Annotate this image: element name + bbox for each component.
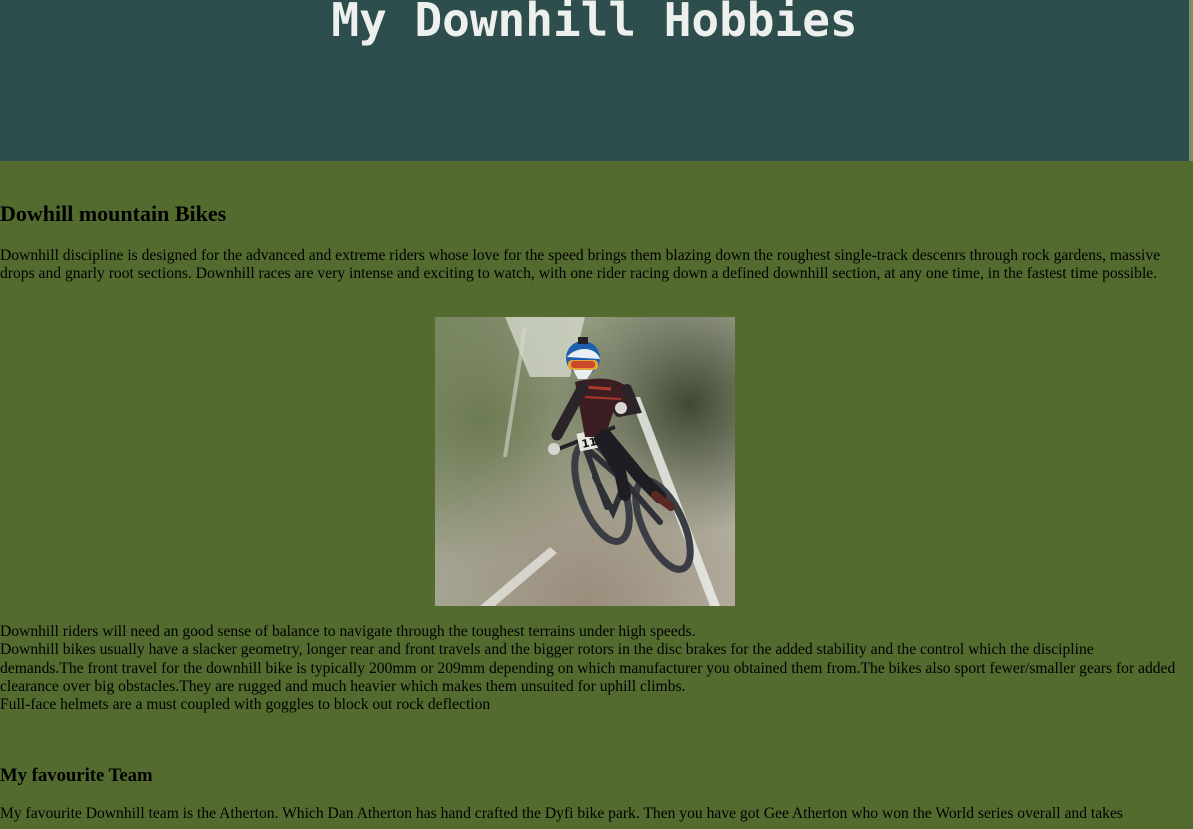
team-paragraph: My favourite Downhill team is the Athert… [0, 805, 1123, 822]
section-heading-bikes: Dowhill mountain Bikes [0, 201, 227, 226]
balance-text: Downhill riders will need an good sense … [0, 623, 696, 640]
geometry-text: Downhill bikes usually have a slacker ge… [0, 641, 1176, 695]
downhill-rider-photo: 116 [435, 317, 735, 606]
page-title: My Downhill Hobbies [331, 0, 858, 47]
bikes-details-block: Downhill riders will need an good sense … [0, 623, 1180, 714]
header-edge-strip [1189, 0, 1193, 161]
section-heading-team: My favourite Team [0, 765, 153, 786]
site-header: My Downhill Hobbies [0, 0, 1189, 161]
helmets-text: Full-face helmets are a must coupled wit… [0, 696, 491, 714]
bikes-intro-paragraph: Downhill discipline is designed for the … [0, 247, 1161, 283]
